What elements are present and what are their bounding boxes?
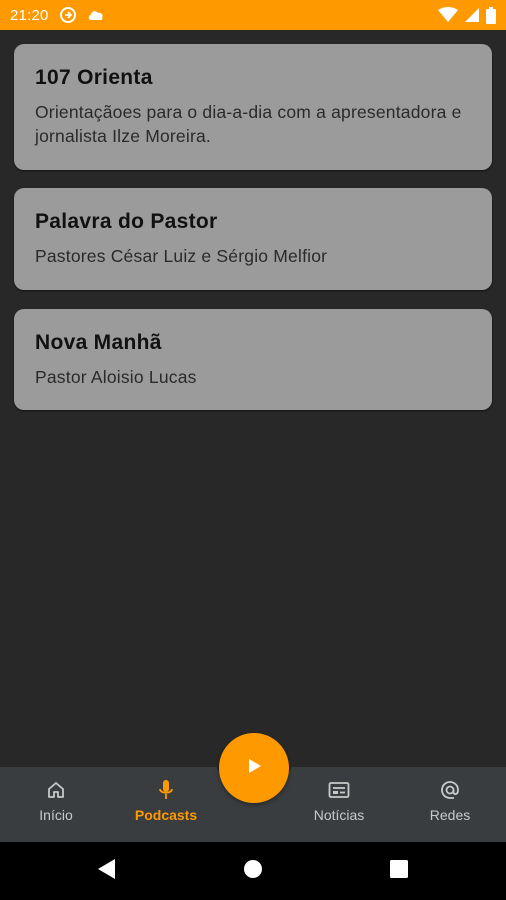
status-right: [438, 6, 496, 24]
podcast-card-palavra-do-pastor[interactable]: Palavra do Pastor Pastores César Luiz e …: [14, 188, 492, 290]
nav-label: Notícias: [313, 807, 365, 823]
podcast-card-nova-manha[interactable]: Nova Manhã Pastor Aloisio Lucas: [14, 309, 492, 410]
data-saver-icon: [59, 6, 77, 24]
podcast-subtitle: Pastores César Luiz e Sérgio Melfior: [35, 246, 328, 266]
podcast-card-107-orienta[interactable]: 107 Orienta Orientaçãoes para o dia-a-di…: [14, 44, 492, 170]
status-bar: 21:20: [0, 0, 506, 30]
nav-label: Redes: [429, 807, 471, 823]
nav-label: Podcasts: [134, 807, 198, 823]
recents-button[interactable]: [382, 842, 416, 900]
back-button[interactable]: [90, 842, 124, 900]
back-icon: [97, 858, 117, 885]
microphone-icon: [157, 779, 175, 801]
nav-item-podcasts[interactable]: Podcasts: [111, 767, 221, 842]
play-icon: [245, 757, 263, 780]
home-circle-icon: [243, 859, 263, 884]
news-icon: [328, 779, 350, 801]
podcast-subtitle: Orientaçãoes para o dia-a-dia com a apre…: [35, 102, 462, 146]
at-icon: [439, 779, 461, 801]
home-icon: [46, 779, 66, 801]
podcast-title: Nova Manhã: [35, 331, 162, 354]
signal-icon: [464, 7, 480, 23]
nav-label: Início: [39, 807, 73, 823]
podcast-title: 107 Orienta: [35, 66, 153, 89]
nav-item-noticias[interactable]: Notícias: [284, 767, 394, 842]
play-button[interactable]: [219, 733, 289, 803]
battery-icon: [486, 6, 496, 24]
recents-icon: [390, 859, 408, 883]
status-time: 21:20: [10, 6, 49, 24]
wifi-icon: [438, 7, 458, 23]
system-navigation-bar: [0, 842, 506, 900]
nav-item-redes[interactable]: Redes: [395, 767, 505, 842]
status-left: 21:20: [10, 6, 105, 24]
nav-item-inicio[interactable]: Início: [1, 767, 111, 842]
podcast-title: Palavra do Pastor: [35, 210, 218, 233]
podcast-subtitle: Pastor Aloisio Lucas: [35, 367, 197, 387]
cloud-icon: [87, 8, 105, 22]
podcast-list: 107 Orienta Orientaçãoes para o dia-a-di…: [0, 30, 506, 767]
home-button[interactable]: [236, 842, 270, 900]
